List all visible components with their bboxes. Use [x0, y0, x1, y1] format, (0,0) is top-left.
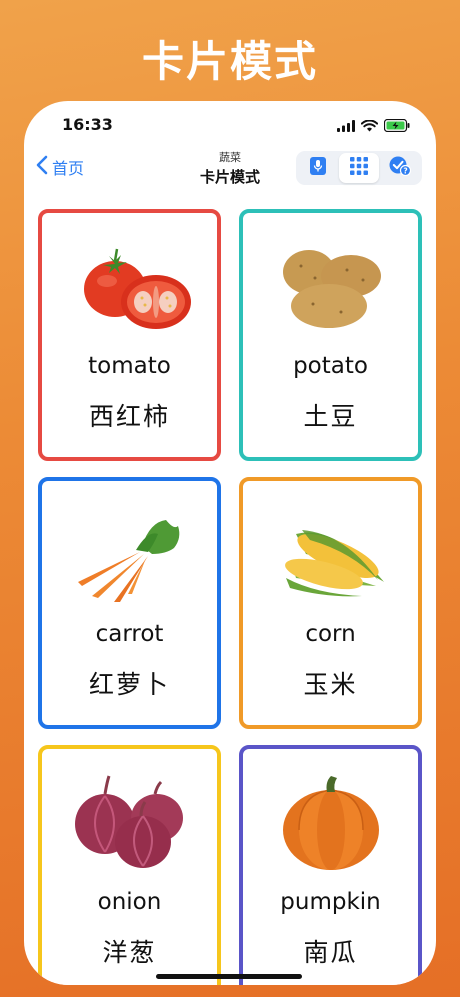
svg-text:?: ? — [403, 166, 407, 175]
card-english-word: pumpkin — [280, 889, 381, 915]
nav-title: 卡片模式 — [199, 168, 260, 186]
card-pumpkin[interactable]: pumpkin 南瓜 — [239, 745, 422, 985]
tomato-image — [42, 231, 217, 341]
carrot-image — [42, 499, 217, 609]
card-chinese-word: 玉米 — [303, 670, 358, 699]
nav-subtitle: 蔬菜 — [219, 151, 241, 164]
card-potato[interactable]: potato 土豆 — [239, 209, 422, 461]
pumpkin-image — [243, 767, 418, 877]
card-english-word: corn — [305, 621, 356, 647]
card-english-word: tomato — [88, 353, 171, 379]
back-button[interactable]: 首页 — [36, 155, 84, 179]
phone-screen: 16:33 首页 蔬菜 卡片模式 ? tomato 西红柿 potato 土豆 … — [24, 101, 436, 985]
card-chinese-word: 西红柿 — [88, 402, 170, 431]
checkmark-question-icon: ? — [389, 156, 411, 180]
voice-mode-button[interactable] — [298, 153, 339, 183]
card-corn[interactable]: corn 玉米 — [239, 477, 422, 729]
status-bar: 16:33 — [24, 113, 436, 137]
view-mode-segmented-control: ? — [296, 151, 422, 185]
card-chinese-word: 南瓜 — [303, 938, 358, 967]
card-english-word: carrot — [95, 621, 164, 647]
card-chinese-word: 红萝卜 — [88, 670, 170, 699]
microphone-icon — [310, 157, 327, 179]
card-carrot[interactable]: carrot 红萝卜 — [38, 477, 221, 729]
home-indicator[interactable] — [156, 974, 302, 979]
navigation-bar: 首页 蔬菜 卡片模式 ? — [24, 149, 436, 193]
promo-title: 卡片模式 — [141, 37, 318, 86]
chevron-left-icon — [36, 155, 52, 179]
card-chinese-word: 土豆 — [303, 402, 358, 431]
battery-charging-icon — [383, 117, 410, 136]
potato-image — [243, 231, 418, 341]
card-english-word: onion — [97, 889, 162, 915]
card-english-word: potato — [293, 353, 368, 379]
quiz-mode-button[interactable]: ? — [379, 153, 420, 183]
back-button-label: 首页 — [52, 159, 85, 178]
wifi-icon — [360, 117, 379, 136]
status-time: 16:33 — [62, 115, 113, 134]
status-icons — [337, 117, 410, 136]
onion-image — [42, 767, 217, 877]
card-mode-button[interactable] — [338, 153, 380, 183]
corn-image — [243, 499, 418, 609]
grid-icon — [350, 157, 368, 179]
nav-title-block: 蔬菜 卡片模式 — [174, 149, 286, 187]
card-tomato[interactable]: tomato 西红柿 — [38, 209, 221, 461]
signal-icon — [337, 117, 355, 136]
card-onion[interactable]: onion 洋葱 — [38, 745, 221, 985]
card-chinese-word: 洋葱 — [102, 938, 157, 967]
